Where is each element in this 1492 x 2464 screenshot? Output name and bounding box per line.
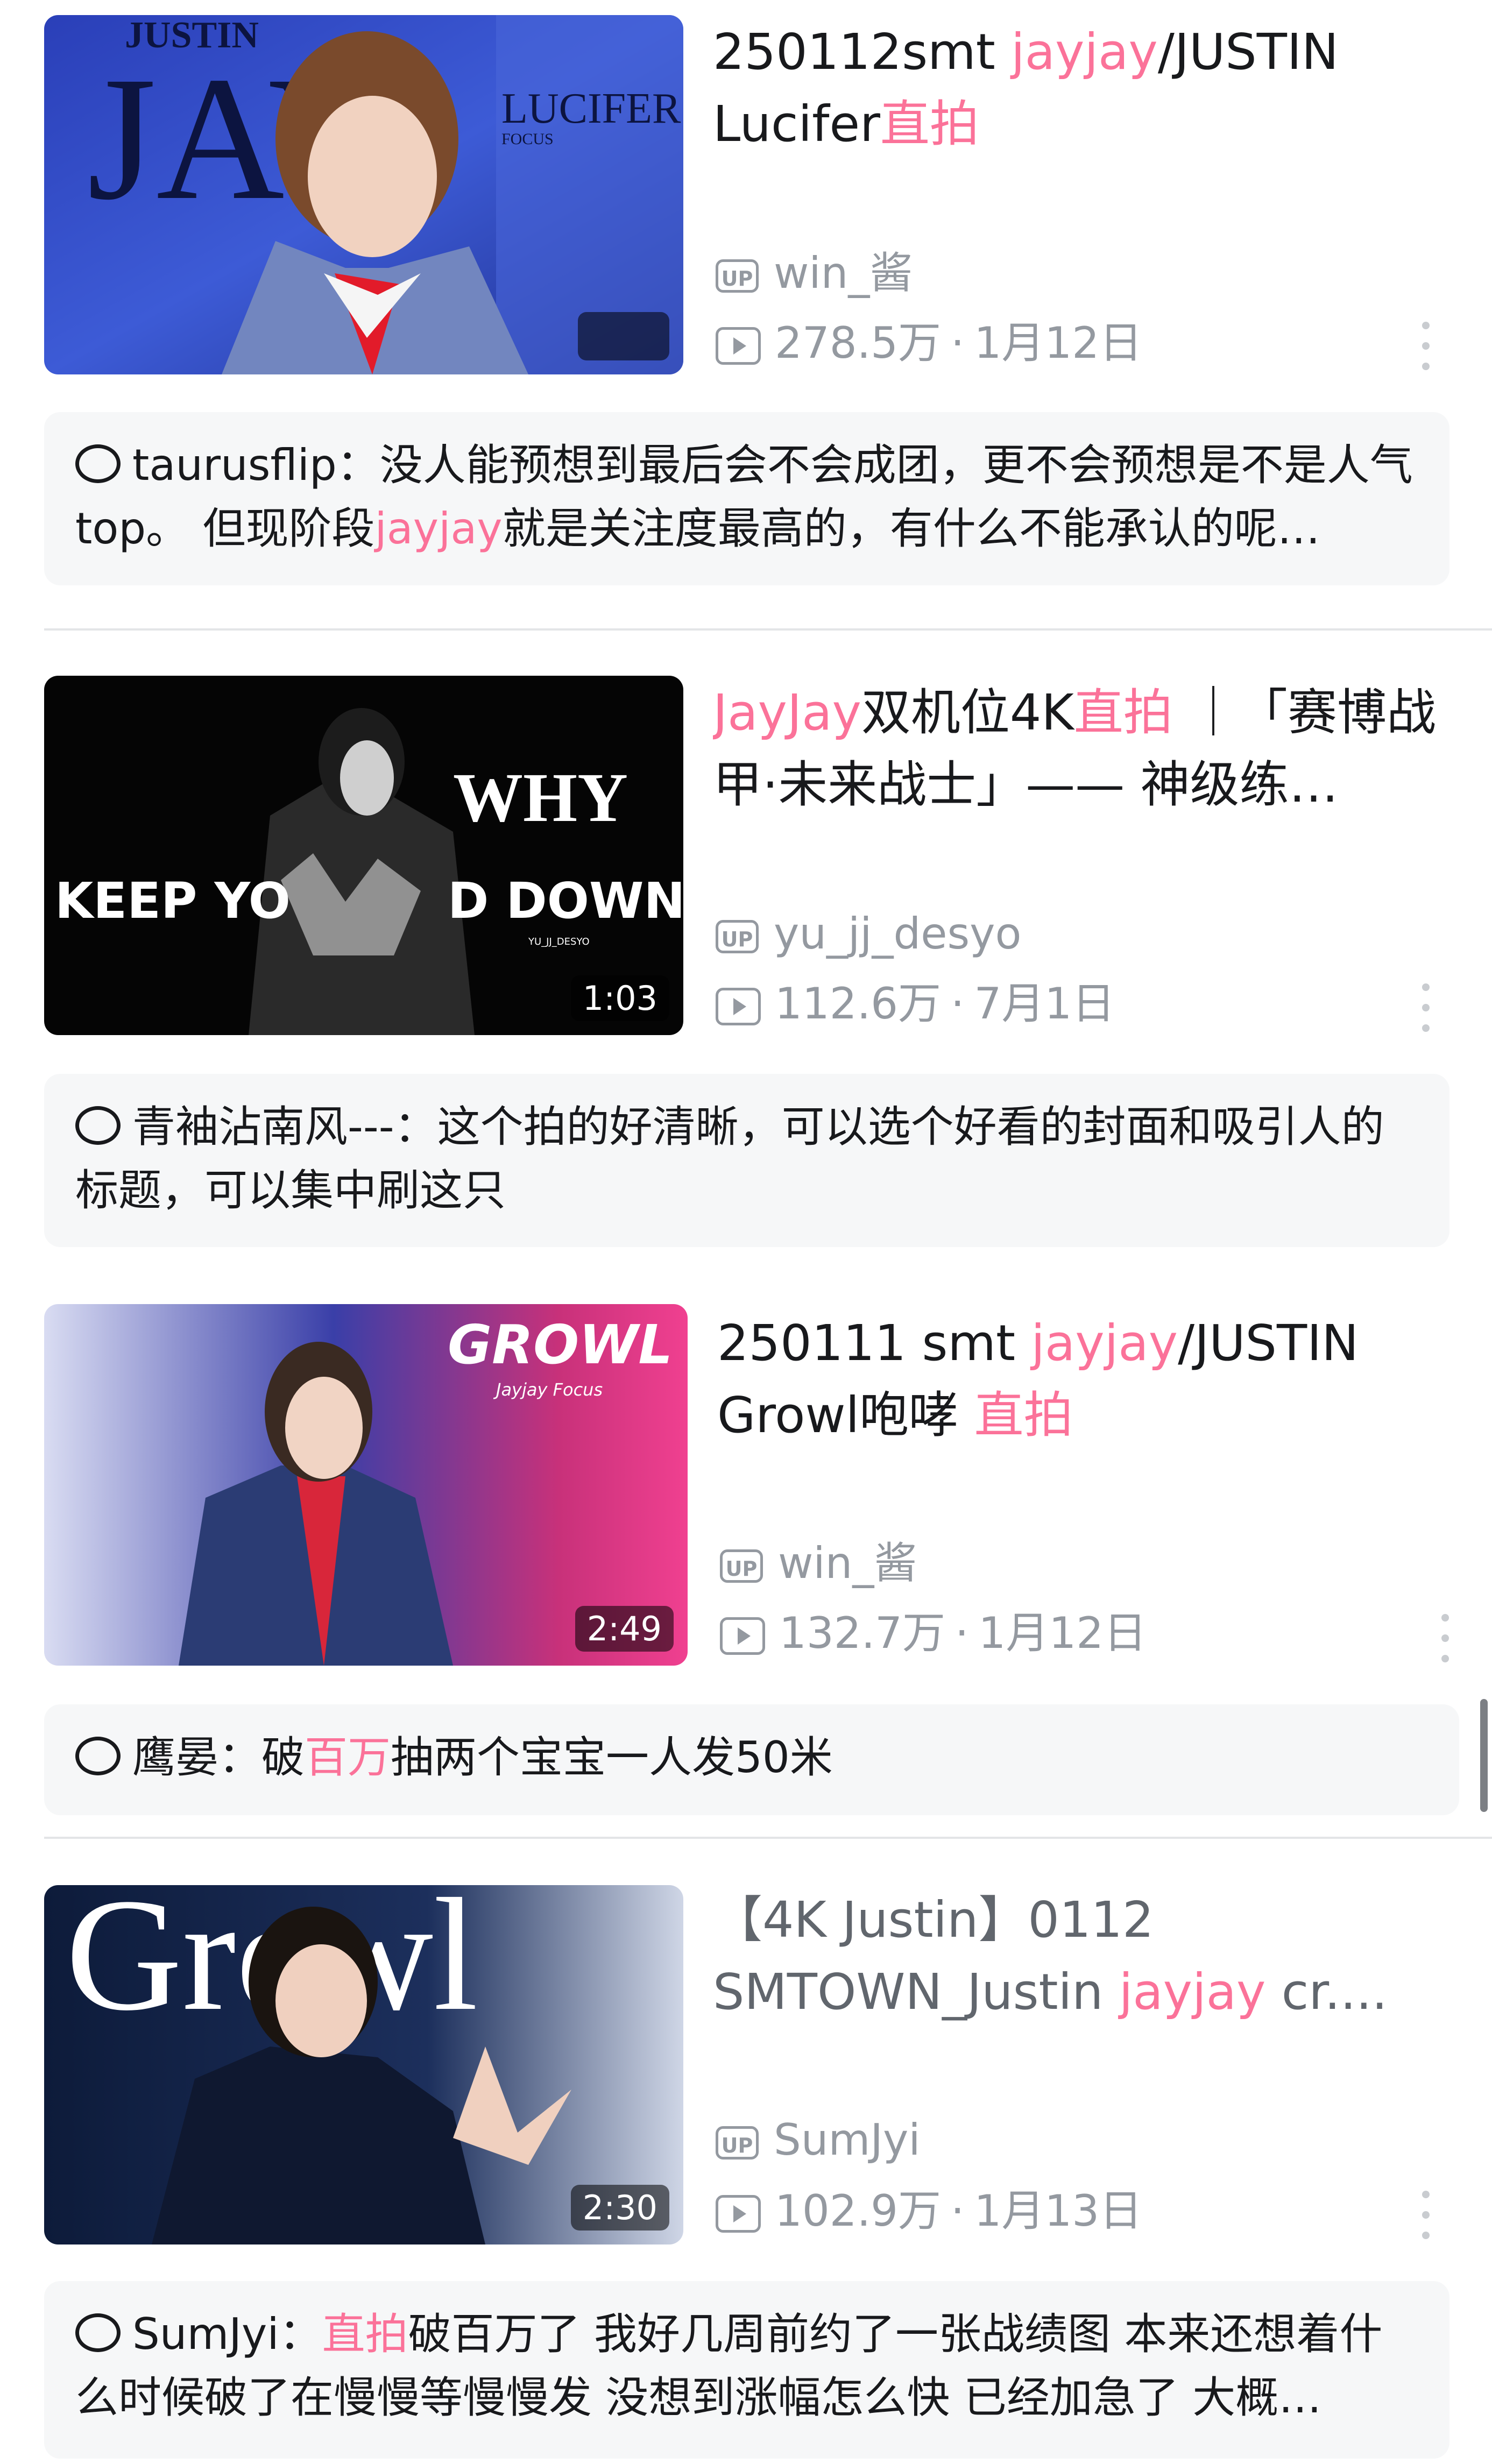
view-count: 278.5万 — [775, 318, 942, 368]
comment-user: SumJyi： — [132, 2309, 322, 2359]
stats-row: 112.6万 · 7月1日 — [716, 977, 1115, 1031]
thumb-text: GROWL — [448, 1313, 673, 1376]
video-title[interactable]: 250111 smt jayjay/JUSTIN Growl咆哮 直拍 — [717, 1307, 1444, 1452]
thumb-text: YU_JJ_DESYO — [528, 936, 590, 947]
uploader-row[interactable]: UP SumJyi — [716, 2113, 921, 2167]
publish-date: 7月1日 — [974, 979, 1115, 1029]
uploader-name: win_酱 — [774, 248, 913, 298]
more-options-icon[interactable] — [1420, 322, 1431, 370]
scrollbar[interactable] — [1480, 1699, 1488, 1812]
play-count-icon — [720, 1617, 765, 1655]
thumb-text: WHY — [453, 759, 628, 837]
video-duration: 2:49 — [575, 1605, 674, 1652]
video-thumbnail[interactable]: Growl 2:30 — [44, 1885, 683, 2244]
separator: · — [951, 979, 965, 1029]
comment-bubble-icon — [75, 1737, 121, 1776]
divider — [44, 628, 1492, 631]
view-count: 102.9万 — [775, 2186, 942, 2236]
play-count-icon — [716, 2195, 761, 2233]
top-comment[interactable]: 青袖沾南风---：这个拍的好清晰，可以选个好看的封面和吸引人的标题，可以集中刷这… — [44, 1074, 1449, 1247]
thumb-text: LUCIFER — [501, 85, 681, 132]
comment-bubble-icon — [75, 1106, 121, 1145]
publish-date: 1月12日 — [978, 1608, 1147, 1658]
more-options-icon[interactable] — [1440, 1614, 1451, 1662]
view-count: 132.7万 — [779, 1608, 946, 1658]
thumb-text: FOCUS — [501, 130, 554, 148]
uploader-icon: UP — [716, 259, 759, 293]
comment-user: 鹰晏： — [132, 1732, 261, 1782]
separator: · — [955, 1608, 969, 1658]
video-thumbnail[interactable]: WHY KEEP YO D DOWN YU_JJ_DESYO 1:03 — [44, 676, 683, 1035]
uploader-name: yu_jj_desyo — [774, 909, 1022, 959]
video-title[interactable]: 【4K Justin】0112 SMTOWN_Justin jayjay cr.… — [713, 1884, 1439, 2028]
uploader-name: SumJyi — [774, 2115, 921, 2165]
comment-bubble-icon — [75, 2313, 121, 2353]
uploader-row[interactable]: UP yu_jj_desyo — [716, 907, 1021, 961]
comment-bubble-icon — [75, 444, 121, 484]
uploader-icon: UP — [720, 1549, 763, 1583]
play-count-icon — [716, 327, 761, 365]
uploader-row[interactable]: UP win_酱 — [720, 1537, 917, 1590]
video-title[interactable]: JayJay双机位4K直拍 ｜「赛博战甲·未来战士」—— 神级练… — [713, 677, 1439, 821]
video-duration — [578, 312, 669, 360]
top-comment[interactable]: SumJyi：直拍破百万了 我好几周前约了一张战绩图 本来还想着什么时候破了在慢… — [44, 2281, 1449, 2459]
divider — [44, 1837, 1492, 1839]
top-comment[interactable]: taurusflip：没人能预想到最后会不会成团，更不会预想是不是人气top。 … — [44, 412, 1449, 585]
view-count: 112.6万 — [775, 979, 942, 1029]
uploader-row[interactable]: UP win_酱 — [716, 246, 913, 300]
thumb-text: KEEP YO — [55, 872, 291, 930]
publish-date: 1月12日 — [974, 318, 1143, 368]
video-duration: 2:30 — [570, 2184, 669, 2231]
separator: · — [951, 2186, 965, 2236]
uploader-icon: UP — [716, 2126, 759, 2160]
video-thumbnail[interactable]: GROWL Jayjay Focus 2:49 — [44, 1304, 688, 1666]
video-thumbnail[interactable]: JUSTIN JAY LUCIFER FOCUS — [44, 15, 683, 374]
thumb-text: Jayjay Focus — [493, 1379, 603, 1400]
more-options-icon[interactable] — [1420, 983, 1431, 1032]
top-comment[interactable]: 鹰晏：破百万抽两个宝宝一人发50米 — [44, 1704, 1459, 1815]
more-options-icon[interactable] — [1420, 2191, 1431, 2239]
uploader-icon: UP — [716, 920, 759, 954]
video-title[interactable]: 250112smt jayjay/JUSTIN Lucifer直拍 — [713, 16, 1439, 160]
stats-row: 102.9万 · 1月13日 — [716, 2184, 1142, 2238]
stats-row: 278.5万 · 1月12日 — [716, 316, 1142, 370]
separator: · — [951, 318, 965, 368]
publish-date: 1月13日 — [974, 2186, 1143, 2236]
comment-user: taurusflip： — [132, 440, 380, 490]
play-count-icon — [716, 988, 761, 1026]
uploader-name: win_酱 — [778, 1538, 917, 1588]
stats-row: 132.7万 · 1月12日 — [720, 1606, 1147, 1660]
comment-user: 青袖沾南风---： — [132, 1102, 437, 1152]
video-duration: 1:03 — [570, 975, 669, 1021]
thumb-text: D DOWN — [448, 872, 683, 930]
